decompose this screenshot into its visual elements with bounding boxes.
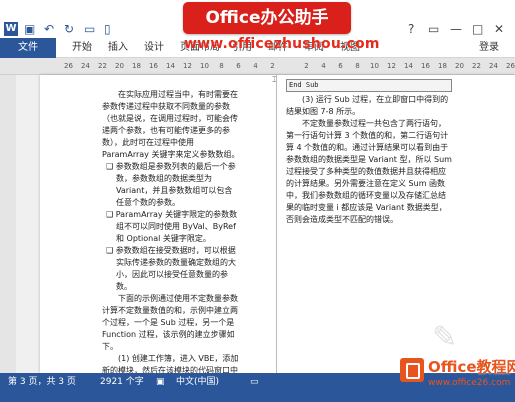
ruler-tick-label: 4	[253, 62, 258, 70]
ruler-tick-label: 16	[149, 62, 158, 70]
ruler-tick-label: 2	[304, 62, 309, 70]
ruler-tick-label: 26	[64, 62, 73, 70]
ruler-tick-label: 24	[489, 62, 498, 70]
paragraph: (3) 运行 Sub 过程，在立即窗口中得到的结果如图 7-8 所示。	[286, 95, 449, 116]
code-block: End Sub	[286, 79, 452, 92]
proofing-icon[interactable]: ▣	[156, 373, 165, 391]
ribbon-options-icon[interactable]: ▭	[428, 22, 439, 36]
bullet-text: ParamArray 关键字限定的参数数组不可以同时使用 ByVal、ByRef…	[115, 210, 238, 243]
ruler-tick-label: 20	[455, 62, 464, 70]
paragraph: (1) 创建工作簿，进入 VBE，添加新的模块，然后在该模块的代码窗口中输入如下…	[102, 354, 239, 373]
ruler-tick-label: 18	[132, 62, 141, 70]
right-column: End Sub (3) 运行 Sub 过程，在立即窗口中得到的结果如图 7-8 …	[286, 79, 452, 226]
ruler-tick-label: 12	[183, 62, 192, 70]
ruler-tick-label: 2	[270, 62, 275, 70]
ruler-tick-label: 10	[370, 62, 379, 70]
word-app-icon: W	[4, 22, 18, 36]
word-count[interactable]: 2921 个字	[100, 373, 144, 391]
bullet-text: 参数数组是参数列表的最后一个参数，参数数组的数据类型为 Variant，并且参数…	[115, 162, 236, 207]
ruler-tick-label: 6	[236, 62, 241, 70]
paragraph: 在实际应用过程当中，有时需要在参数传递过程中获取不同数量的参数（也就是说，在调用…	[102, 90, 240, 159]
page-count[interactable]: 第 3 页，共 3 页	[8, 373, 76, 391]
ruler-tick-label: 6	[338, 62, 343, 70]
folder-icon[interactable]: ▭	[84, 22, 95, 36]
language-indicator[interactable]: 中文(中国)	[176, 373, 219, 391]
paragraph: 不定数量参数过程一共包含了两行语句，第一行语句计算 3 个数值的和，第二行语句计…	[286, 119, 452, 224]
watermark-logo-url: www.office26.com	[428, 378, 511, 388]
help-icon[interactable]: ?	[408, 22, 414, 36]
ruler-tick-label: 18	[438, 62, 447, 70]
undo-icon[interactable]: ↶	[44, 22, 54, 36]
watermark-url: www.officezhushou.com	[184, 36, 380, 52]
watermark-graphic: ✎	[432, 320, 458, 355]
ruler-tick-label: 10	[200, 62, 209, 70]
ruler-tick-label: 12	[387, 62, 396, 70]
office-assistant-banner: Office办公助手	[183, 2, 351, 34]
bullet-item: ❑ 参数数组是参数列表的最后一个参数，参数数组的数据类型为 Variant，并且…	[106, 162, 236, 207]
tab-insert[interactable]: 插入	[108, 38, 128, 58]
ruler-tick-label: 8	[219, 62, 224, 70]
ruler-tick-label: 14	[166, 62, 175, 70]
ruler-tick-label: 22	[472, 62, 481, 70]
vertical-ruler[interactable]	[0, 75, 16, 373]
tab-file[interactable]: 文件	[0, 38, 56, 58]
horizontal-ruler[interactable]: 26 24 22 20 18 16 14 12 10 8 6 4 2 2 4 6 8 10 12 14 16 18 20 22…	[0, 58, 515, 75]
column-marker: ⌶	[272, 75, 277, 84]
redo-icon[interactable]: ↻	[64, 22, 74, 36]
maximize-icon[interactable]: □	[472, 22, 483, 36]
tab-home[interactable]: 开始	[72, 38, 92, 58]
ruler-tick-label: 16	[421, 62, 430, 70]
save-icon[interactable]: ▣	[24, 22, 35, 36]
new-doc-icon[interactable]: ▯	[104, 22, 111, 36]
bullet-item: ❑ ParamArray 关键字限定的参数数组不可以同时使用 ByVal、ByR…	[106, 210, 238, 243]
tab-design[interactable]: 设计	[144, 38, 164, 58]
ruler-tick-label: 4	[321, 62, 326, 70]
paragraph: 下面的示例通过使用不定数量参数计算不定数量数值的和，示例中建立两个过程，一个是 …	[102, 294, 238, 351]
ruler-tick-label: 26	[506, 62, 515, 70]
column-divider	[276, 75, 277, 373]
ruler-numbers: 26 24 22 20 18 16 14 12 10 8 6 4 2 2 4 6 8 10 12 14 16 18 20 22…	[60, 58, 515, 75]
bullet-text: 参数数组在接受数据时，可以根据实际传递参数的数量确定数组的大小，因此可以接受任意…	[115, 246, 236, 291]
ruler-tick-label: 20	[115, 62, 124, 70]
close-icon[interactable]: ✕	[494, 22, 504, 36]
ruler-tick-label: 8	[355, 62, 360, 70]
ruler-tick-label: 24	[81, 62, 90, 70]
minimize-icon[interactable]: —	[450, 22, 462, 36]
login-link[interactable]: 登录	[479, 38, 499, 58]
watermark-logo: Office教程网 www.office26.com	[400, 352, 515, 398]
macro-record-icon[interactable]: ▭	[250, 373, 259, 391]
office-logo-icon	[400, 358, 424, 382]
ruler-tick-label: 22	[98, 62, 107, 70]
ruler-tick-label: 14	[404, 62, 413, 70]
code-line: End Sub	[289, 81, 319, 89]
left-column: 在实际应用过程当中，有时需要在参数传递过程中获取不同数量的参数（也就是说，在调用…	[102, 89, 240, 373]
watermark-logo-title: Office教程网	[428, 358, 515, 376]
bullet-item: ❑ 参数数组在接受数据时，可以根据实际传递参数的数量确定数组的大小，因此可以接受…	[106, 246, 236, 291]
